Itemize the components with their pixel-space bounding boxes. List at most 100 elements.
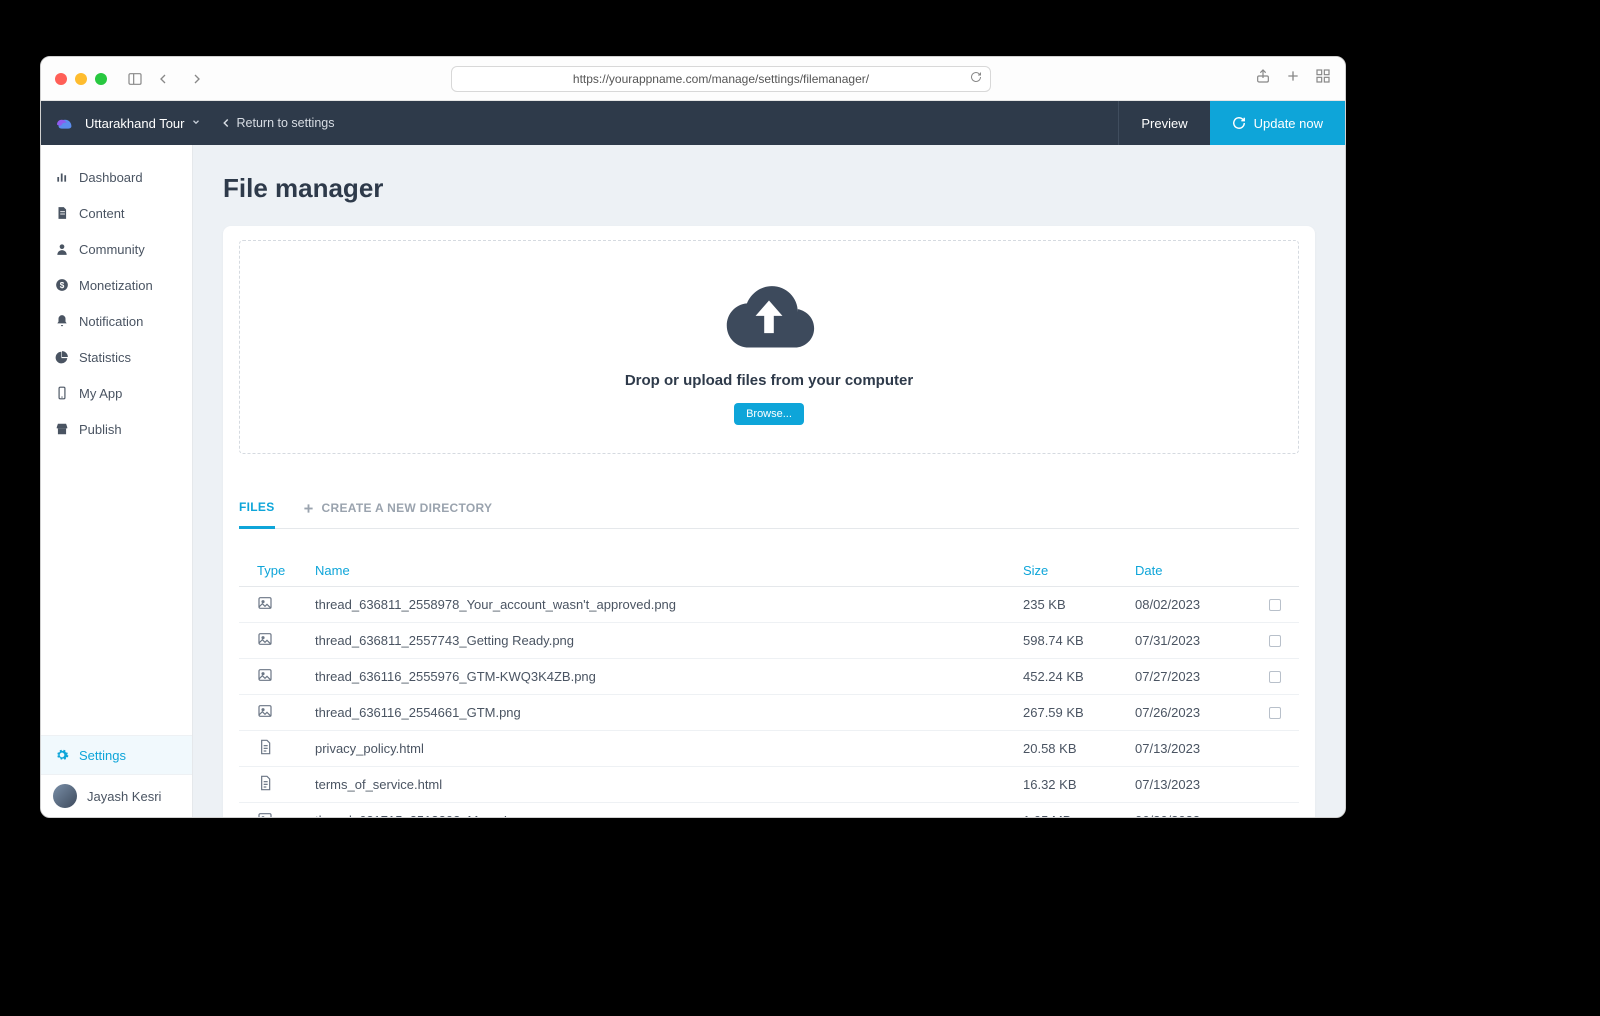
file-checkbox-cell xyxy=(1257,707,1281,719)
checkbox[interactable] xyxy=(1269,635,1281,647)
file-name: thread_636116_2554661_GTM.png xyxy=(315,705,1023,720)
header-date[interactable]: Date xyxy=(1135,563,1257,578)
file-name: thread_636811_2558978_Your_account_wasn'… xyxy=(315,597,1023,612)
sidebar-item-myapp[interactable]: My App xyxy=(41,375,192,411)
window-minimize-button[interactable] xyxy=(75,73,87,85)
file-date: 08/02/2023 xyxy=(1135,597,1257,612)
preview-button[interactable]: Preview xyxy=(1118,101,1209,145)
browse-button[interactable]: Browse... xyxy=(734,403,804,425)
file-date: 07/13/2023 xyxy=(1135,777,1257,792)
sidebar-item-publish[interactable]: Publish xyxy=(41,411,192,447)
image-icon xyxy=(257,667,315,686)
dropzone[interactable]: Drop or upload files from your computer … xyxy=(239,240,1299,454)
sidebar-toggle-icon[interactable] xyxy=(121,67,149,91)
user-profile[interactable]: Jayash Kesri xyxy=(41,775,192,817)
checkbox[interactable] xyxy=(1269,671,1281,683)
table-row[interactable]: thread_636811_2557743_Getting Ready.png5… xyxy=(239,623,1299,659)
tab-create-directory[interactable]: CREATE A NEW DIRECTORY xyxy=(303,490,493,528)
page-title: File manager xyxy=(223,173,1315,204)
app: Uttarakhand Tour Return to settings Prev… xyxy=(41,101,1345,817)
table-body: thread_636811_2558978_Your_account_wasn'… xyxy=(239,587,1299,817)
tab-files[interactable]: FILES xyxy=(239,490,275,529)
update-label: Update now xyxy=(1254,116,1323,131)
file-date: 07/27/2023 xyxy=(1135,669,1257,684)
chevron-left-icon xyxy=(219,116,233,130)
table-row[interactable]: thread_621715_2513202_Menu Icon.png1.05 … xyxy=(239,803,1299,817)
bar-chart-icon xyxy=(55,170,69,184)
sidebar-label: Statistics xyxy=(79,350,131,365)
svg-text:$: $ xyxy=(60,281,65,290)
table-row[interactable]: thread_636811_2558978_Your_account_wasn'… xyxy=(239,587,1299,623)
file-date: 07/26/2023 xyxy=(1135,705,1257,720)
sidebar-item-monetization[interactable]: $ Monetization xyxy=(41,267,192,303)
app-name[interactable]: Uttarakhand Tour xyxy=(85,116,185,131)
file-date: 07/31/2023 xyxy=(1135,633,1257,648)
image-icon xyxy=(257,703,315,722)
chevron-down-icon[interactable] xyxy=(191,114,201,132)
main-content: File manager Drop or upload files from y… xyxy=(193,145,1345,817)
file-date: 06/26/2023 xyxy=(1135,813,1257,817)
update-now-button[interactable]: Update now xyxy=(1210,101,1345,145)
return-to-settings-link[interactable]: Return to settings xyxy=(219,116,335,130)
sidebar-item-notification[interactable]: Notification xyxy=(41,303,192,339)
browser-window: https://yourappname.com/manage/settings/… xyxy=(40,56,1346,818)
sidebar-item-statistics[interactable]: Statistics xyxy=(41,339,192,375)
window-close-button[interactable] xyxy=(55,73,67,85)
image-icon xyxy=(257,811,315,817)
sidebar-footer: Settings Jayash Kesri xyxy=(41,735,192,817)
image-icon xyxy=(257,631,315,650)
url-bar[interactable]: https://yourappname.com/manage/settings/… xyxy=(451,66,991,92)
forward-button[interactable] xyxy=(183,67,211,91)
window-maximize-button[interactable] xyxy=(95,73,107,85)
user-icon xyxy=(55,242,69,256)
refresh-icon xyxy=(1232,116,1246,130)
dollar-icon: $ xyxy=(55,278,69,292)
back-button[interactable] xyxy=(149,67,177,91)
url-text: https://yourappname.com/manage/settings/… xyxy=(462,72,980,86)
reload-icon[interactable] xyxy=(970,71,982,86)
tab-files-label: FILES xyxy=(239,500,275,514)
table-header: Type Name Size Date xyxy=(239,555,1299,587)
header-type[interactable]: Type xyxy=(257,563,315,578)
file-manager-card: Drop or upload files from your computer … xyxy=(223,226,1315,817)
header-size[interactable]: Size xyxy=(1023,563,1135,578)
file-checkbox-cell xyxy=(1257,635,1281,647)
file-name: thread_636116_2555976_GTM-KWQ3K4ZB.png xyxy=(315,669,1023,684)
topbar: Uttarakhand Tour Return to settings Prev… xyxy=(41,101,1345,145)
file-name: thread_621715_2513202_Menu Icon.png xyxy=(315,813,1023,817)
checkbox[interactable] xyxy=(1269,599,1281,611)
header-check xyxy=(1257,563,1281,578)
header-name[interactable]: Name xyxy=(315,563,1023,578)
sidebar-label: Community xyxy=(79,242,145,257)
store-icon xyxy=(55,422,69,436)
browser-right-controls xyxy=(1255,68,1331,89)
file-size: 452.24 KB xyxy=(1023,669,1135,684)
cloud-upload-icon xyxy=(721,275,817,349)
avatar xyxy=(53,784,77,808)
image-icon xyxy=(257,595,315,614)
tabs-grid-icon[interactable] xyxy=(1315,68,1331,89)
sidebar-label: My App xyxy=(79,386,122,401)
checkbox[interactable] xyxy=(1269,707,1281,719)
table-row[interactable]: terms_of_service.html16.32 KB07/13/2023 xyxy=(239,767,1299,803)
traffic-lights xyxy=(55,73,107,85)
file-size: 16.32 KB xyxy=(1023,777,1135,792)
file-size: 598.74 KB xyxy=(1023,633,1135,648)
table-row[interactable]: thread_636116_2555976_GTM-KWQ3K4ZB.png45… xyxy=(239,659,1299,695)
document-icon xyxy=(257,739,315,758)
sidebar-label: Publish xyxy=(79,422,122,437)
bell-icon xyxy=(55,314,69,328)
table-row[interactable]: thread_636116_2554661_GTM.png267.59 KB07… xyxy=(239,695,1299,731)
file-name: thread_636811_2557743_Getting Ready.png xyxy=(315,633,1023,648)
pie-chart-icon xyxy=(55,350,69,364)
file-name: privacy_policy.html xyxy=(315,741,1023,756)
table-row[interactable]: privacy_policy.html20.58 KB07/13/2023 xyxy=(239,731,1299,767)
share-icon[interactable] xyxy=(1255,68,1271,89)
settings-label: Settings xyxy=(79,748,126,763)
sidebar-item-dashboard[interactable]: Dashboard xyxy=(41,159,192,195)
sidebar-item-community[interactable]: Community xyxy=(41,231,192,267)
sidebar-item-content[interactable]: Content xyxy=(41,195,192,231)
sidebar-item-settings[interactable]: Settings xyxy=(41,735,192,775)
new-tab-icon[interactable] xyxy=(1285,68,1301,89)
file-name: terms_of_service.html xyxy=(315,777,1023,792)
